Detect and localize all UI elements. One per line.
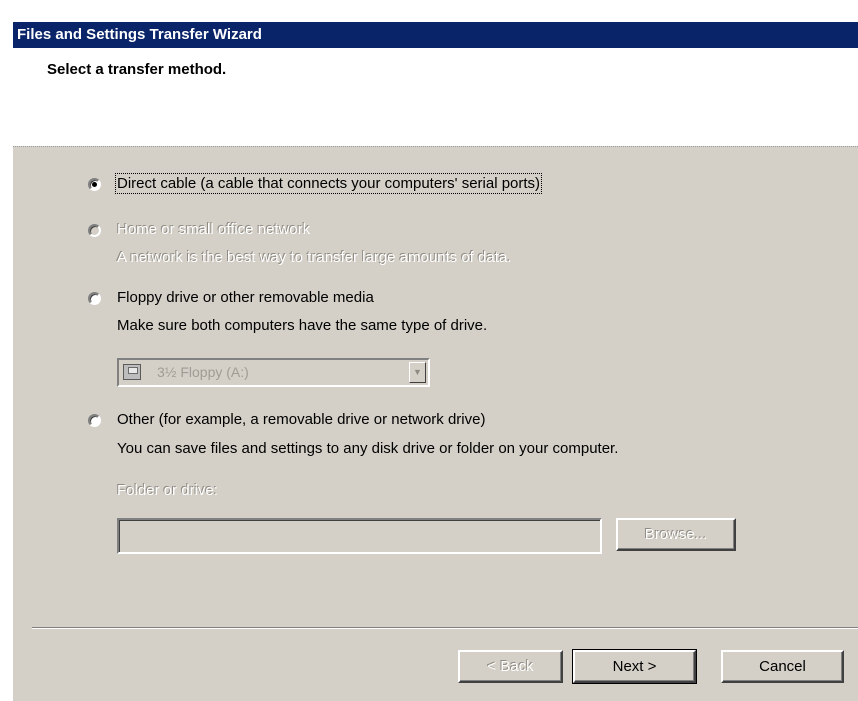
back-button[interactable]: < Back — [458, 650, 563, 683]
title-bar[interactable]: Files and Settings Transfer Wizard — [13, 22, 858, 48]
option-other-description: You can save files and settings to any d… — [117, 440, 619, 457]
radio-floppy[interactable] — [88, 292, 101, 305]
option-floppy-label[interactable]: Floppy drive or other removable media — [117, 289, 374, 306]
drive-select[interactable]: 3½ Floppy (A:) ▼ — [117, 358, 430, 387]
option-direct-cable-label[interactable]: Direct cable (a cable that connects your… — [114, 173, 543, 194]
browse-button[interactable]: Browse... — [616, 518, 736, 551]
drive-select-value: 3½ Floppy (A:) — [157, 364, 249, 380]
radio-direct-cable[interactable] — [88, 178, 101, 191]
wizard-header: Select a transfer method. — [13, 48, 858, 146]
next-button[interactable]: Next > — [572, 649, 697, 684]
option-floppy-description: Make sure both computers have the same t… — [117, 317, 488, 334]
cancel-button[interactable]: Cancel — [721, 650, 844, 683]
folder-label: Folder or drive: — [117, 482, 218, 499]
option-home-network-label[interactable]: Home or small office network — [117, 221, 310, 238]
window-title: Files and Settings Transfer Wizard — [17, 26, 262, 43]
radio-home-network[interactable] — [88, 224, 101, 237]
folder-input[interactable] — [117, 518, 602, 554]
page-title: Select a transfer method. — [47, 61, 227, 78]
header-divider — [13, 146, 858, 147]
option-other-label[interactable]: Other (for example, a removable drive or… — [117, 411, 485, 428]
chevron-down-icon[interactable]: ▼ — [409, 362, 426, 383]
footer-divider — [32, 627, 858, 629]
radio-other[interactable] — [88, 414, 101, 427]
option-home-network-description: A network is the best way to transfer la… — [117, 249, 512, 266]
floppy-drive-icon — [123, 364, 141, 380]
